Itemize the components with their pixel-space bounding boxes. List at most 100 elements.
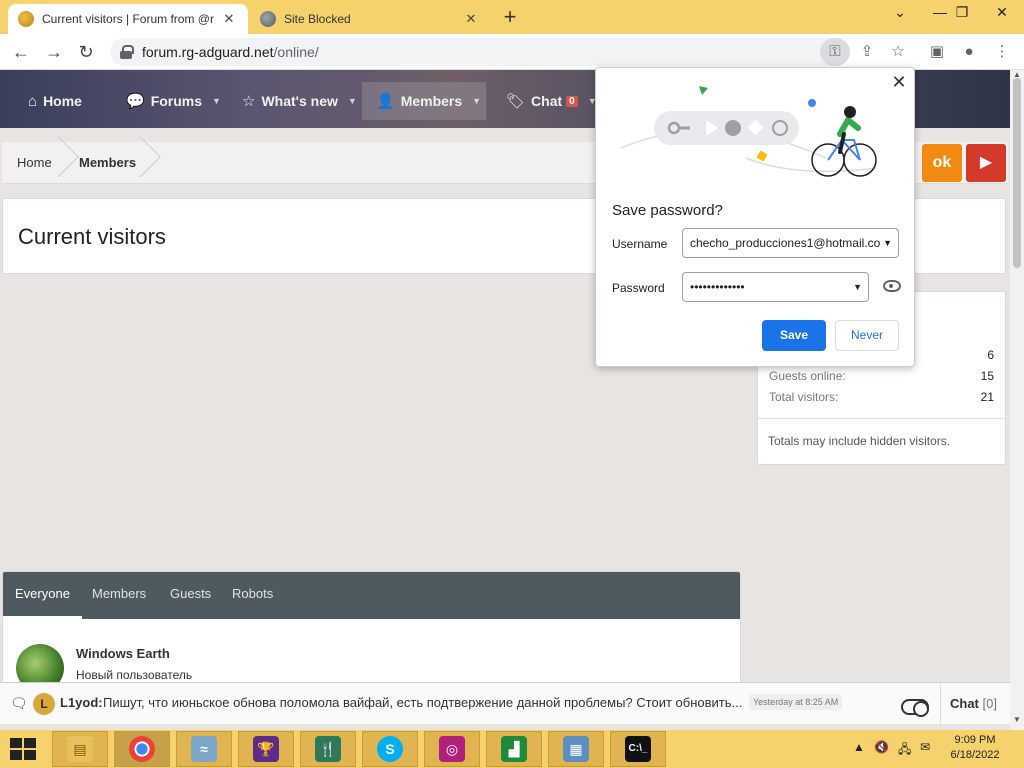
- share-icon[interactable]: ⇪: [853, 38, 881, 66]
- taskbar-control-panel[interactable]: ▦: [548, 731, 604, 767]
- eye-icon[interactable]: [883, 280, 901, 292]
- taskbar-clock[interactable]: 9:09 PM 6/18/2022: [940, 733, 1010, 763]
- volume-muted-icon[interactable]: 🔇: [874, 740, 889, 754]
- chevron-down-icon[interactable]: ▼: [851, 273, 862, 301]
- scroll-down-icon[interactable]: ▼: [1013, 715, 1021, 724]
- menu-icon[interactable]: ⋮: [988, 38, 1016, 66]
- chevron-down-icon[interactable]: ▼: [881, 229, 892, 257]
- taskbar-food[interactable]: 🍴: [300, 731, 356, 767]
- reload-icon[interactable]: ↻: [75, 41, 97, 63]
- restore-button[interactable]: ❐: [942, 2, 982, 24]
- tab-search-icon[interactable]: ⌄: [880, 2, 920, 24]
- taskbar-file-explorer[interactable]: ▤: [52, 731, 108, 767]
- never-button[interactable]: Never: [835, 320, 899, 351]
- avatar[interactable]: L: [33, 693, 55, 715]
- taskbar-camera[interactable]: ◎: [424, 731, 480, 767]
- chat-username[interactable]: L1yod:: [60, 695, 103, 710]
- member-filter-tabs: Everyone Members Guests Robots: [3, 572, 740, 619]
- nav-chat-label: Chat: [531, 93, 563, 109]
- chevron-down-icon[interactable]: ▼: [348, 96, 357, 106]
- browser-tab-bar: Current visitors | Forum from @r ✕ Site …: [0, 0, 1024, 34]
- windows-taskbar: ▤ ≈ 🏆 🍴 S ◎ ▟ ▦ C:\_ ▲ 🔇 🖧 ✉ 9:09 PM 6/1…: [0, 730, 1024, 768]
- chevron-down-icon[interactable]: ▼: [472, 96, 481, 106]
- tab-close-icon[interactable]: ✕: [220, 11, 238, 27]
- stat-value: 21: [980, 390, 994, 404]
- profile-icon[interactable]: ●: [955, 38, 983, 66]
- tab-close-icon[interactable]: ✕: [462, 11, 480, 27]
- nav-forums[interactable]: 💬 Forums ▼: [120, 82, 227, 120]
- stat-row: Total visitors: 21: [769, 390, 994, 404]
- nav-members[interactable]: 👤 Members ▼: [362, 82, 486, 120]
- tab-title: Site Blocked: [284, 12, 351, 26]
- bookmark-star-icon[interactable]: ☆: [884, 38, 912, 66]
- chrome-icon: [129, 736, 155, 762]
- nav-whats-new-label: What's new: [261, 93, 338, 109]
- chat-open-button[interactable]: Chat [0]: [940, 683, 1010, 725]
- member-name[interactable]: Windows Earth: [76, 646, 170, 661]
- star-icon: ☆: [242, 93, 256, 110]
- dialog-title: Save password?: [612, 202, 723, 219]
- side-panel-icon[interactable]: ▣: [923, 38, 951, 66]
- tray-chevron-up-icon[interactable]: ▲: [853, 740, 865, 754]
- camera-icon: ◎: [439, 736, 465, 762]
- taskbar-stocks[interactable]: ▟: [486, 731, 542, 767]
- chevron-down-icon[interactable]: ▼: [212, 96, 221, 106]
- save-button[interactable]: Save: [762, 320, 826, 351]
- page-scrollbar[interactable]: ▲ ▼: [1010, 70, 1024, 730]
- windows-start-icon[interactable]: [10, 738, 36, 760]
- tab-current-visitors[interactable]: Current visitors | Forum from @r ✕: [8, 4, 248, 34]
- username-select[interactable]: checho_producciones1@hotmail.co ▼: [682, 228, 899, 258]
- tab-everyone[interactable]: Everyone: [3, 572, 82, 619]
- username-label: Username: [612, 237, 668, 251]
- taskbar-trophy[interactable]: 🏆: [238, 731, 294, 767]
- breadcrumb-separator: [58, 142, 72, 184]
- tab-title: Current visitors | Forum from @r: [42, 12, 214, 26]
- odnoklassniki-icon[interactable]: ok: [922, 144, 962, 182]
- stat-label: Guests online:: [769, 369, 846, 383]
- lock-icon[interactable]: [120, 45, 134, 59]
- nav-forums-label: Forums: [150, 93, 203, 109]
- tab-members[interactable]: Members: [80, 572, 158, 619]
- nav-chat[interactable]: 🏷 Chat 0 ▼: [500, 82, 603, 120]
- nav-home[interactable]: ⌂ Home: [22, 82, 88, 120]
- tab-site-blocked[interactable]: Site Blocked ✕: [250, 4, 490, 34]
- taskbar-skype[interactable]: S: [362, 731, 418, 767]
- close-window-button[interactable]: ✕: [982, 2, 1022, 24]
- tab-guests[interactable]: Guests: [158, 572, 223, 619]
- scrollbar-thumb[interactable]: [1013, 78, 1021, 268]
- user-icon: 👤: [376, 93, 395, 110]
- stat-row: Guests online: 15: [769, 369, 994, 383]
- page-title: Current visitors: [18, 224, 166, 249]
- forward-icon[interactable]: →: [43, 41, 65, 63]
- breadcrumb-separator: [140, 142, 154, 184]
- taskbar-terminal[interactable]: C:\_: [610, 731, 666, 767]
- chat-timestamp: Yesterday at 8:25 AM: [749, 694, 843, 710]
- taskbar-monitor[interactable]: ≈: [176, 731, 232, 767]
- resource-monitor-icon: ≈: [191, 736, 217, 762]
- member-role: Новый пользователь: [76, 668, 193, 682]
- nav-home-label: Home: [43, 93, 82, 109]
- url-path: /online/: [273, 44, 319, 60]
- youtube-icon[interactable]: ▶: [966, 144, 1006, 182]
- password-label: Password: [612, 281, 665, 295]
- stat-value: 6: [987, 348, 994, 362]
- key-icon[interactable]: ⚿: [820, 38, 850, 66]
- taskbar-chrome[interactable]: [114, 731, 170, 767]
- back-icon[interactable]: ←: [10, 41, 32, 63]
- browser-toolbar: ← → ↻ forum.rg-adguard.net /online/ ⚿ ⇪ …: [0, 34, 1024, 70]
- forum-favicon-icon: [18, 11, 34, 27]
- password-select[interactable]: ••••••••••••• ▼: [682, 272, 869, 302]
- avatar[interactable]: [16, 644, 64, 685]
- chat-count-badge: 0: [566, 95, 578, 107]
- clock-date: 6/18/2022: [950, 749, 1000, 761]
- nav-whats-new[interactable]: ☆ What's new ▼: [236, 82, 363, 120]
- chat-toggle-switch[interactable]: [901, 699, 929, 717]
- chat-message[interactable]: Пишут, что июньское обнова поломола вайф…: [103, 695, 743, 710]
- notification-icon[interactable]: ✉: [920, 740, 930, 754]
- new-tab-button[interactable]: +: [498, 6, 522, 28]
- username-value: checho_producciones1@hotmail.co: [690, 236, 881, 250]
- password-value: •••••••••••••: [690, 280, 745, 294]
- network-icon[interactable]: 🖧: [898, 740, 911, 761]
- address-bar[interactable]: forum.rg-adguard.net /online/: [110, 38, 850, 66]
- tab-robots[interactable]: Robots: [220, 572, 285, 619]
